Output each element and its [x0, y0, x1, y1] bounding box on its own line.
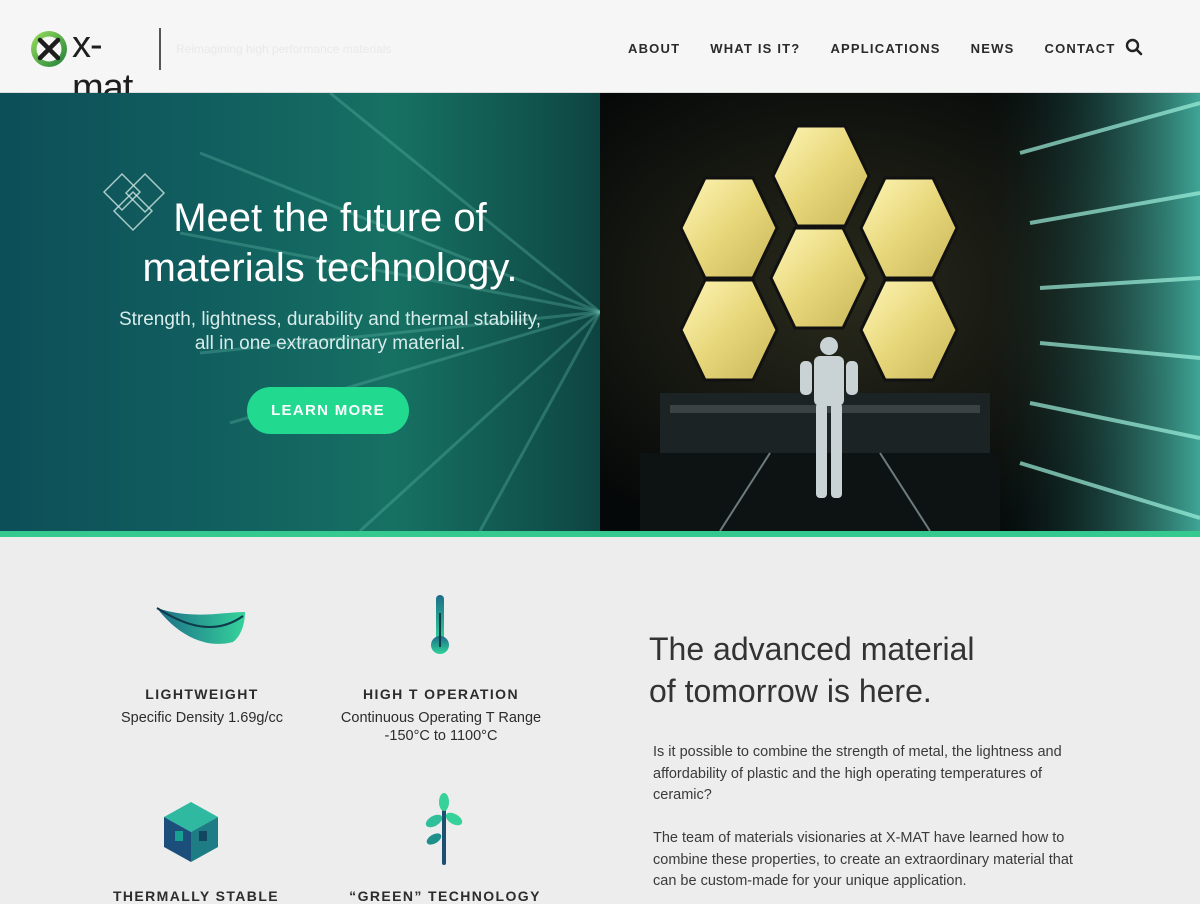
nav-applications[interactable]: APPLICATIONS: [830, 41, 940, 56]
site-header: x-mat Reimagining high performance mater…: [0, 0, 1200, 109]
main-nav: ABOUT WHAT IS IT? APPLICATIONS NEWS CONT…: [628, 41, 1145, 56]
hero-title-line2: materials technology.: [142, 246, 518, 290]
intro-paragraph-2: The team of materials visionaries at X-M…: [653, 830, 1073, 889]
intro-heading-line1: The advanced material: [649, 631, 975, 667]
logo-circle-icon: [31, 31, 67, 67]
hero-title: Meet the future of materials technology.: [60, 193, 600, 293]
nav-what-is-it[interactable]: WHAT IS IT?: [710, 41, 800, 56]
nav-contact[interactable]: CONTACT: [1044, 41, 1115, 56]
thermometer-icon: [431, 595, 449, 654]
hero-accent-band: [0, 531, 1200, 537]
feature-desc-high-t-line1: Continuous Operating T Range: [340, 710, 542, 726]
hero-subtitle-line2: all in one extraordinary material.: [194, 333, 466, 354]
intro-paragraph-1: Is it possible to combine the strength o…: [653, 744, 1062, 803]
xmat-logo[interactable]: x-mat: [30, 24, 142, 109]
hero-subtitle-line1: Strength, lightness, durability and ther…: [118, 309, 542, 330]
feature-title-lightweight: LIGHTWEIGHT: [145, 686, 259, 702]
hero-title-line1: Meet the future of: [173, 196, 487, 240]
feature-desc-lightweight: Specific Density 1.69g/cc: [121, 710, 283, 726]
feature-desc-high-t-line2: -150°C to 1100°C: [384, 728, 498, 744]
search-icon[interactable]: [1125, 38, 1143, 56]
hero-subtitle: Strength, lightness, durability and ther…: [60, 308, 600, 356]
feather-icon: [156, 607, 245, 644]
cube-icon: [164, 802, 218, 862]
feature-title-green-technology: “GREEN” TECHNOLOGY: [349, 888, 541, 904]
feature-title-thermally-stable: THERMALLY STABLE: [112, 888, 280, 904]
intro-heading-line2: of tomorrow is here.: [649, 673, 932, 709]
learn-more-button[interactable]: LEARN MORE: [247, 387, 409, 434]
intro-heading: The advanced material of tomorrow is her…: [649, 628, 1089, 712]
sprout-icon: [425, 793, 463, 865]
telescope-mirror-photo: [600, 93, 1200, 531]
tagline: Reimagining high performance materials: [176, 42, 392, 56]
logo-divider: [159, 28, 161, 70]
feature-title-high-t: HIGH T OPERATION: [363, 686, 519, 702]
nav-about[interactable]: ABOUT: [628, 41, 680, 56]
nav-news[interactable]: NEWS: [971, 41, 1015, 56]
